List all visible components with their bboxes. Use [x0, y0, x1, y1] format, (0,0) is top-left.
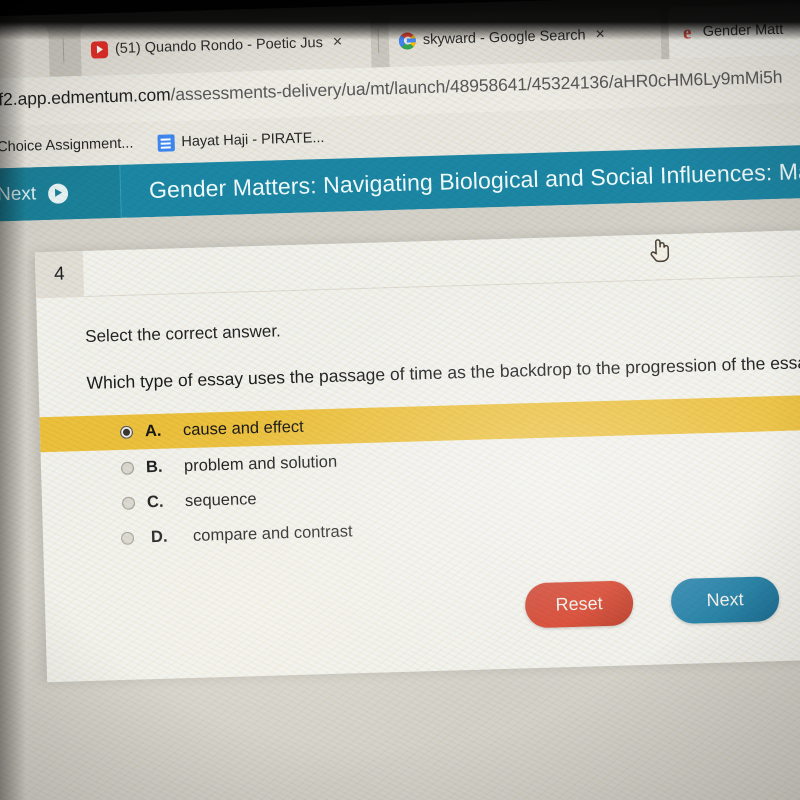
- question-card: 4 Select the correct answer. Which type …: [34, 228, 800, 683]
- option-letter: D.: [150, 527, 168, 547]
- header-next-label: Next: [0, 182, 37, 205]
- option-letter: B.: [145, 457, 163, 477]
- photographed-screen: Google S × (51) Quando Rondo - Poetic Ju…: [0, 0, 800, 800]
- radio-button-b[interactable]: [120, 461, 135, 475]
- bookmark-choice-assignment[interactable]: S Choice Assignment...: [0, 134, 134, 158]
- answer-options-list: A. cause and effect B. problem and solut…: [39, 393, 800, 558]
- option-text: sequence: [184, 490, 257, 511]
- url-host: f2.app.edmentum.com: [0, 84, 171, 110]
- option-letter: A.: [144, 421, 162, 441]
- option-letter: C.: [146, 492, 164, 512]
- tab-close-icon[interactable]: ×: [333, 33, 343, 51]
- tab-title: (51) Quando Rondo - Poetic Jus: [114, 34, 324, 57]
- browser-window: Google S × (51) Quando Rondo - Poetic Ju…: [0, 0, 800, 800]
- tab-separator: [377, 29, 380, 54]
- next-button[interactable]: Next: [670, 576, 780, 625]
- youtube-icon: [90, 40, 109, 59]
- browser-tab-3[interactable]: skyward - Google Search ×: [388, 7, 662, 68]
- browser-tab-4-active[interactable]: e Gender Matt: [667, 0, 800, 60]
- tab-separator: [62, 38, 65, 63]
- url-path: /assessments-delivery/ua/mt/launch/48958…: [170, 66, 783, 105]
- radio-button-c[interactable]: [121, 496, 136, 510]
- radio-button-a[interactable]: [119, 425, 134, 439]
- google-icon: [398, 31, 417, 50]
- radio-button-d[interactable]: [120, 531, 135, 545]
- question-number-badge: 4: [34, 250, 85, 299]
- question-instruction: Select the correct answer.: [84, 321, 282, 346]
- google-docs-icon: [157, 133, 175, 152]
- assessment-body: 4 Select the correct answer. Which type …: [0, 196, 800, 800]
- card-divider: [84, 273, 800, 297]
- option-text: cause and effect: [182, 417, 304, 440]
- arrow-right-circle-icon: [47, 182, 69, 204]
- question-text: Which type of essay uses the passage of …: [86, 351, 800, 393]
- reset-button[interactable]: Reset: [524, 580, 634, 629]
- browser-tab-2[interactable]: (51) Quando Rondo - Poetic Jus ×: [80, 15, 372, 76]
- bookmark-hayat-haji[interactable]: Hayat Haji - PIRATE...: [157, 129, 325, 152]
- tab-title: skyward - Google Search: [422, 27, 586, 49]
- header-next-button[interactable]: Next: [0, 164, 122, 223]
- tab-close-icon[interactable]: ×: [595, 26, 605, 44]
- option-text: problem and solution: [183, 452, 338, 476]
- tab-title: Gender Matt: [702, 21, 784, 41]
- bookmark-label: Hayat Haji - PIRATE...: [181, 129, 325, 151]
- edmentum-icon: e: [682, 21, 692, 44]
- option-text: compare and contrast: [192, 522, 353, 545]
- browser-tab-1[interactable]: Google S ×: [0, 24, 50, 82]
- page-title: Gender Matters: Navigating Biological an…: [148, 157, 800, 204]
- pointer-hand-cursor: [647, 234, 674, 265]
- bookmark-label: Choice Assignment...: [0, 135, 134, 156]
- action-button-row: Reset Next: [524, 576, 780, 629]
